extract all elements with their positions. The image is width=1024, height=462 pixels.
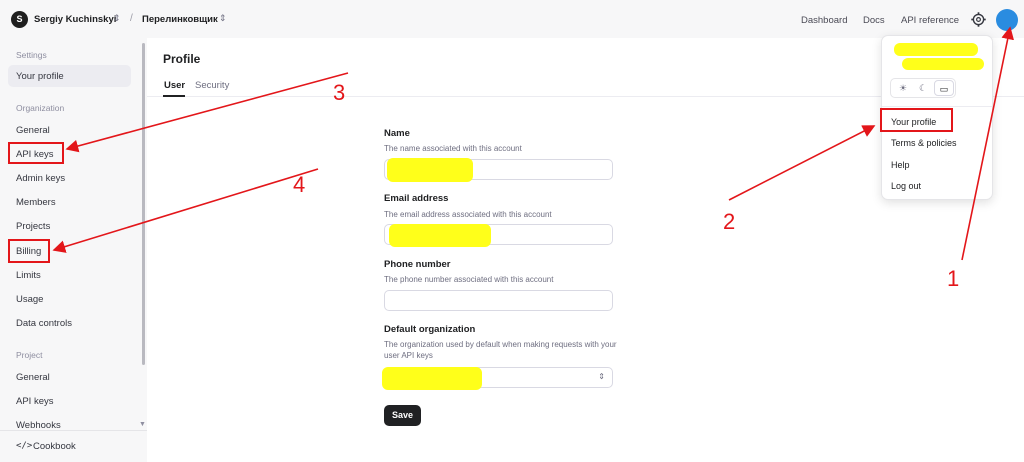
sidebar-heading-project: Project xyxy=(16,350,43,360)
sidebar-scrollbar[interactable] xyxy=(142,43,145,365)
email-label: Email address xyxy=(384,193,449,204)
redaction-highlight xyxy=(902,58,984,70)
chevron-updown-icon[interactable]: ⇕ xyxy=(219,13,227,24)
email-field[interactable] xyxy=(384,224,613,247)
redaction-highlight xyxy=(894,43,978,56)
theme-switcher: ☀ ☾ ▭ xyxy=(890,78,956,98)
sidebar-item-project-general[interactable]: General xyxy=(16,372,50,383)
menu-item-your-profile[interactable]: Your profile xyxy=(891,117,936,127)
sidebar-heading-settings: Settings xyxy=(16,50,47,60)
default-org-help: The organization used by default when ma… xyxy=(384,340,617,360)
menu-item-help[interactable]: Help xyxy=(891,160,910,170)
tab-user[interactable]: User xyxy=(164,80,185,91)
phone-label: Phone number xyxy=(384,259,451,270)
org-avatar[interactable]: S xyxy=(11,11,28,28)
user-switcher[interactable]: Sergiy Kuchinskyi xyxy=(34,14,116,25)
moon-icon[interactable]: ☾ xyxy=(913,80,933,96)
email-help: The email address associated with this a… xyxy=(384,210,552,219)
phone-help: The phone number associated with this ac… xyxy=(384,275,554,284)
code-icon: </> xyxy=(16,441,33,451)
sidebar-item-your-profile[interactable]: Your profile xyxy=(16,71,64,82)
save-button[interactable]: Save xyxy=(384,405,421,426)
nav-docs[interactable]: Docs xyxy=(863,15,885,26)
sidebar-item-general[interactable]: General xyxy=(16,125,50,136)
cookbook-link[interactable]: </> Cookbook xyxy=(0,430,147,462)
phone-field[interactable] xyxy=(384,290,613,311)
redaction-highlight xyxy=(387,158,473,182)
sidebar: Settings Your profile Organization Gener… xyxy=(0,38,147,462)
default-org-label: Default organization xyxy=(384,324,476,335)
scroll-down-icon[interactable]: ▼ xyxy=(139,421,146,428)
sidebar-item-members[interactable]: Members xyxy=(16,197,56,208)
account-dropdown-menu: ☀ ☾ ▭ Your profile Terms & policies Help… xyxy=(881,35,993,200)
nav-dashboard[interactable]: Dashboard xyxy=(801,15,847,26)
sidebar-item-data-controls[interactable]: Data controls xyxy=(16,318,72,329)
sidebar-item-admin-keys[interactable]: Admin keys xyxy=(16,173,65,184)
monitor-icon[interactable]: ▭ xyxy=(934,80,954,96)
menu-item-log-out[interactable]: Log out xyxy=(891,181,921,191)
page-title: Profile xyxy=(163,52,201,66)
sidebar-item-billing[interactable]: Billing xyxy=(16,246,41,257)
name-help: The name associated with this account xyxy=(384,144,522,153)
sidebar-item-projects[interactable]: Projects xyxy=(16,221,50,232)
name-label: Name xyxy=(384,128,410,139)
tab-security[interactable]: Security xyxy=(195,80,229,91)
user-avatar-button[interactable] xyxy=(996,9,1018,31)
nav-api-reference[interactable]: API reference xyxy=(901,15,959,26)
menu-item-terms-policies[interactable]: Terms & policies xyxy=(891,138,957,148)
sidebar-item-usage[interactable]: Usage xyxy=(16,294,43,305)
org-switcher[interactable]: Перелинковщик xyxy=(142,14,218,25)
settings-gear-icon[interactable] xyxy=(970,11,987,28)
sun-icon[interactable]: ☀ xyxy=(893,80,913,96)
cookbook-label: Cookbook xyxy=(33,441,76,452)
sidebar-item-project-api-keys[interactable]: API keys xyxy=(16,396,54,407)
chevron-updown-icon: ⇕ xyxy=(598,372,605,381)
sidebar-item-limits[interactable]: Limits xyxy=(16,270,41,281)
redaction-highlight xyxy=(382,367,482,390)
sidebar-heading-organization: Organization xyxy=(16,103,65,113)
redaction-highlight xyxy=(389,224,491,247)
default-org-select[interactable]: ⇕ xyxy=(382,367,613,390)
menu-divider xyxy=(882,106,992,107)
name-field[interactable] xyxy=(384,158,613,182)
tab-active-indicator xyxy=(163,95,185,97)
breadcrumb-separator: / xyxy=(130,13,133,24)
sidebar-item-api-keys[interactable]: API keys xyxy=(16,149,54,160)
top-bar: S Sergiy Kuchinskyi ⇕ / Перелинковщик ⇕ … xyxy=(0,0,1024,38)
chevron-updown-icon[interactable]: ⇕ xyxy=(113,13,121,24)
